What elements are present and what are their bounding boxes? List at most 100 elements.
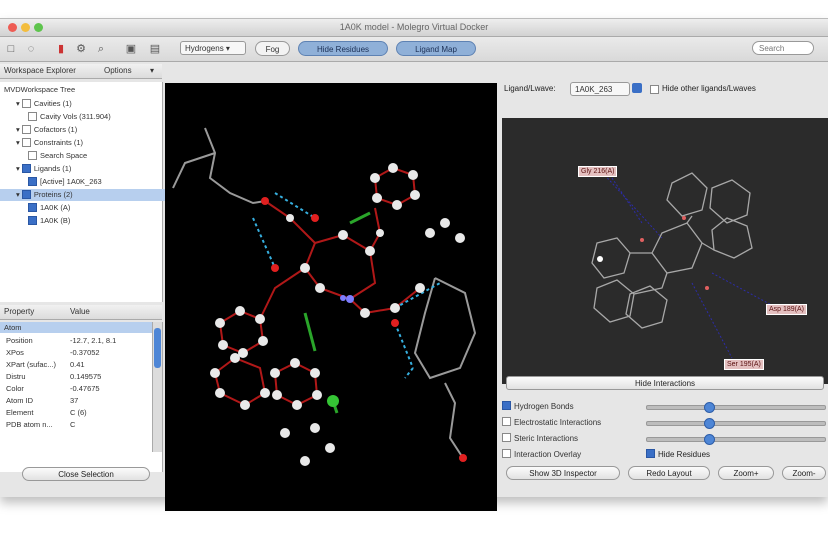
tree-item[interactable]: ▾ Cavities (1): [0, 98, 178, 110]
hide-residues-option[interactable]: Hide Residues: [646, 448, 710, 461]
ligand-label: Ligand/Lwave:: [504, 84, 556, 93]
tree-item-label: Cofactors (1): [33, 125, 78, 134]
hide-interactions-button[interactable]: Hide Interactions: [506, 376, 824, 390]
show-3d-inspector-button[interactable]: Show 3D Inspector: [506, 466, 620, 480]
tree-item-checkbox[interactable]: [21, 124, 31, 134]
option-steric[interactable]: Steric Interactions: [502, 432, 578, 445]
tree-item-checkbox[interactable]: [28, 111, 37, 121]
property-name: XPart (sufac...): [6, 360, 57, 369]
tree-item-label: Search Space: [40, 151, 88, 160]
tree-item-label: Cavities (1): [33, 99, 72, 108]
property-row[interactable]: Distru 0.149575: [0, 371, 152, 382]
image-icon[interactable]: ▣: [124, 42, 138, 56]
fog-button[interactable]: Fog: [255, 41, 290, 56]
hide-residues-label: Hide Residues: [658, 450, 711, 459]
workspace-options-button[interactable]: Options: [104, 64, 132, 78]
steric-checkbox[interactable]: [502, 433, 511, 443]
property-row[interactable]: Atom ID 37: [0, 395, 152, 406]
title-bar: 1A0K model - Molegro Virtual Docker: [0, 19, 828, 37]
tree-item[interactable]: ▾ Cofactors (1): [0, 124, 178, 136]
property-value: 0.149575: [70, 372, 102, 381]
tree-item[interactable]: Cavity Vols (311.904): [0, 111, 190, 123]
molecule-3d-viewer[interactable]: [165, 83, 497, 511]
tree-root-label: MVDWorkspace Tree: [4, 85, 76, 94]
electrostatic-slider[interactable]: [646, 418, 826, 429]
hide-residues-checkbox[interactable]: [646, 449, 655, 459]
electrostatic-checkbox[interactable]: [502, 417, 511, 427]
tree-item-label: Cavity Vols (311.904): [40, 112, 111, 121]
tree-item-checkbox[interactable]: [28, 202, 37, 212]
zoom-in-button[interactable]: Zoom+: [718, 466, 774, 480]
tree-item[interactable]: 1A0K (B): [0, 215, 190, 227]
tree-item[interactable]: ▾ Proteins (2): [0, 189, 178, 201]
tree-item-checkbox[interactable]: [28, 150, 37, 160]
properties-scrollbar[interactable]: [152, 322, 162, 452]
search-input[interactable]: Search: [752, 41, 814, 55]
slider-knob[interactable]: [704, 434, 716, 445]
tree-item[interactable]: 1A0K (A): [0, 202, 190, 214]
redo-layout-button[interactable]: Redo Layout: [628, 466, 710, 480]
option-interaction-overlay[interactable]: Interaction Overlay: [502, 448, 581, 461]
property-value: 0.41: [70, 360, 85, 369]
tree-item-label: [Active] 1A0K_263: [40, 177, 102, 186]
tree-item-checkbox[interactable]: [28, 176, 37, 186]
save-icon[interactable]: ▮: [54, 42, 68, 56]
option-hydrogen-bonds[interactable]: Hydrogen Bonds: [502, 400, 574, 413]
settings-icon[interactable]: ⚙: [74, 42, 88, 56]
zoom-out-button[interactable]: Zoom-: [782, 466, 826, 480]
steric-slider[interactable]: [646, 434, 826, 445]
hide-residues-toggle[interactable]: Hide Residues: [298, 41, 388, 56]
tree-item-checkbox[interactable]: [21, 189, 31, 199]
tree-item[interactable]: ▾ Ligands (1): [0, 163, 178, 175]
open-icon[interactable]: ◌: [24, 42, 38, 56]
slider-knob[interactable]: [704, 418, 716, 429]
hide-other-ligands-checkbox[interactable]: [650, 85, 659, 94]
close-selection-button[interactable]: Close Selection: [22, 467, 150, 481]
property-column-label: Property: [4, 307, 35, 316]
tree-item-checkbox[interactable]: [21, 163, 31, 173]
slider-knob[interactable]: [704, 402, 716, 413]
tree-item[interactable]: Search Space: [0, 150, 190, 162]
property-row[interactable]: XPart (sufac...) 0.41: [0, 359, 152, 370]
option-label: Interaction Overlay: [514, 450, 582, 459]
application-window: 1A0K model - Molegro Virtual Docker □ ◌ …: [0, 18, 828, 511]
property-name: Distru: [6, 372, 26, 381]
workspace-explorer-header: Workspace Explorer Options ▾: [0, 64, 162, 79]
ligand-2d-map[interactable]: Gly 216(A) Asp 189(A) Ser 195(A): [502, 118, 828, 384]
property-row[interactable]: Position -12.7, 2.1, 8.1: [0, 335, 152, 346]
option-label: Electrostatic Interactions: [514, 418, 602, 427]
hydrogen-bonds-checkbox[interactable]: [502, 401, 511, 411]
property-row[interactable]: PDB atom n... C: [0, 419, 152, 430]
residue-label[interactable]: Gly 216(A): [578, 166, 618, 177]
hydrogen-bonds-slider[interactable]: [646, 402, 826, 413]
hydrogens-dropdown[interactable]: Hydrogens ▾: [180, 41, 246, 55]
tree-item-checkbox[interactable]: [21, 137, 31, 147]
ligand-map-toggle[interactable]: Ligand Map: [396, 41, 476, 56]
tree-item-checkbox[interactable]: [21, 98, 31, 108]
chevron-down-icon[interactable]: ▾: [150, 64, 154, 78]
property-value: 37: [70, 396, 79, 405]
properties-section-row[interactable]: Atom: [0, 322, 152, 333]
search-icon[interactable]: ⌕: [94, 42, 108, 56]
chevron-down-icon[interactable]: [632, 83, 642, 93]
tree-root[interactable]: MVDWorkspace Tree: [0, 84, 166, 96]
tree-item-label: Ligands (1): [33, 164, 72, 173]
ligand-select[interactable]: 1A0K_263: [570, 82, 630, 96]
molecule-3d-render: [172, 127, 477, 466]
option-electrostatic[interactable]: Electrostatic Interactions: [502, 416, 601, 429]
tree-item-checkbox[interactable]: [28, 215, 37, 225]
residue-label[interactable]: Asp 189(A): [766, 304, 808, 315]
property-row[interactable]: Element C (6): [0, 407, 152, 418]
properties-scroll-thumb[interactable]: [154, 328, 161, 368]
print-icon[interactable]: ▤: [148, 42, 162, 56]
properties-header: Property Value: [0, 305, 162, 320]
residue-label[interactable]: Ser 195(A): [724, 359, 764, 370]
new-icon[interactable]: □: [4, 42, 18, 56]
tree-item[interactable]: [Active] 1A0K_263: [0, 176, 190, 188]
property-row[interactable]: XPos -0.37052: [0, 347, 152, 358]
property-row[interactable]: Color -0.47675: [0, 383, 152, 394]
tree-item[interactable]: ▾ Constraints (1): [0, 137, 178, 149]
property-name: Element: [6, 408, 34, 417]
ligand-map-controls: Ligand/Lwave: 1A0K_263 Hide other ligand…: [502, 81, 828, 97]
interaction-overlay-checkbox[interactable]: [502, 449, 511, 459]
